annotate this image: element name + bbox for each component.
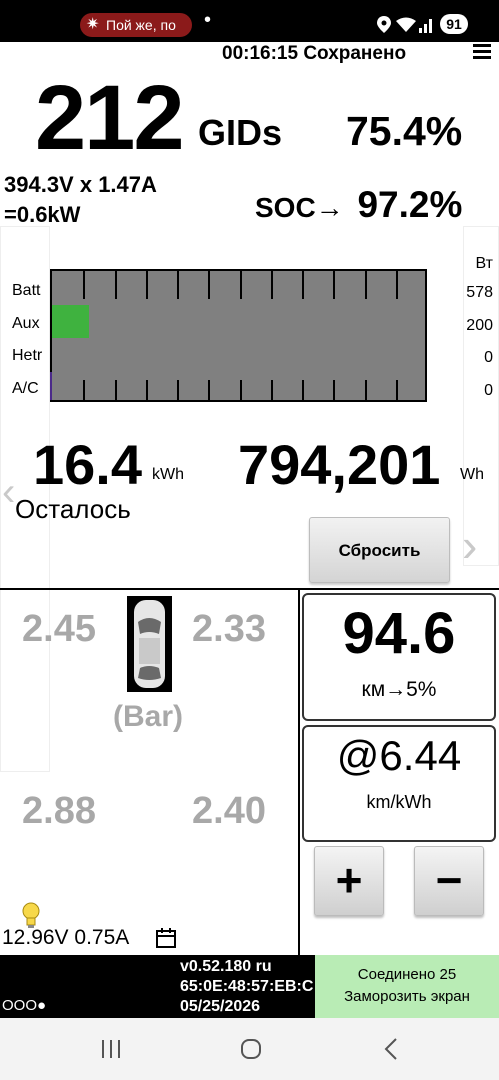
status-dot: •: [204, 9, 212, 31]
power-kw: =0.6kW: [4, 202, 81, 227]
footer-date: 05/25/2026: [180, 998, 261, 1015]
soc-target-value: 97.2%: [357, 184, 463, 225]
efficiency-value: @6.44: [336, 732, 462, 779]
bar-tick: [115, 271, 117, 299]
soc-target: SOC→ 97.2%: [255, 184, 462, 226]
location-icon: [377, 16, 391, 33]
bar-tick: [271, 271, 273, 299]
range-value: 94.6: [342, 601, 456, 666]
connection-panel[interactable]: [315, 955, 499, 1018]
bar-label-ac: A/C: [12, 380, 39, 397]
aux-battery-text: 12.96V 0.75A: [2, 926, 130, 949]
bar-tick: [177, 271, 179, 299]
app-version: v0.52.180 ru: [180, 958, 272, 975]
gids-label: GIDs: [198, 112, 283, 153]
tire-unit: (Bar): [113, 700, 184, 733]
calendar-icon[interactable]: [155, 927, 177, 949]
bar-label-aux: Aux: [12, 315, 40, 332]
menu-icon[interactable]: [473, 44, 491, 60]
car-icon: [127, 596, 172, 692]
watts-hetr: 0: [484, 349, 493, 366]
soc-percent: 75.4%: [346, 108, 463, 154]
plus-button[interactable]: +: [314, 846, 384, 916]
kwh-value: 16.4: [33, 433, 142, 496]
ac-power-bar: [50, 372, 52, 400]
device-mac: 65:0E:48:57:EB:C: [180, 978, 314, 995]
range-label: км→5%: [361, 678, 437, 701]
watts-aux: 200: [466, 317, 493, 334]
next-page-arrow[interactable]: ›: [462, 518, 477, 572]
status-dots: OOO●: [2, 997, 47, 1014]
session-timer: 00:16:15 Сохранено: [222, 43, 407, 64]
bar-tick: [396, 271, 398, 299]
tire-rear-right: 2.40: [192, 790, 266, 832]
bar-tick: [208, 380, 210, 402]
wifi-icon: [396, 17, 416, 32]
bar-label-batt: Batt: [12, 282, 41, 299]
bar-tick: [302, 380, 304, 402]
efficiency-unit: km/kWh: [366, 792, 432, 812]
bar-tick: [365, 380, 367, 402]
bar-tick: [333, 380, 335, 402]
tire-rear-left: 2.88: [22, 790, 96, 832]
tire-front-left: 2.45: [22, 608, 96, 650]
power-bar-chart: [50, 269, 427, 402]
kwh-unit: kWh: [152, 466, 184, 483]
reset-button[interactable]: Сбросить: [309, 517, 450, 583]
bar-tick: [240, 380, 242, 402]
voltage-current: 394.3V x 1.47A: [4, 172, 157, 197]
bar-tick: [83, 380, 85, 402]
battery-badge: 91: [440, 14, 468, 34]
nav-recents-icon[interactable]: [100, 1038, 122, 1060]
watts-unit: Вт: [475, 255, 493, 272]
bar-tick: [146, 380, 148, 402]
bar-tick: [333, 271, 335, 299]
bar-tick: [177, 380, 179, 402]
bar-tick: [302, 271, 304, 299]
section-divider: [0, 588, 499, 590]
bar-tick: [240, 271, 242, 299]
bar-tick: [115, 380, 117, 402]
remaining-label: Осталось: [15, 494, 131, 524]
connection-status: Соединено 25: [357, 966, 457, 983]
bar-label-hetr: Hetr: [12, 347, 43, 364]
wh-unit: Wh: [460, 466, 484, 483]
wh-value: 794,201: [238, 433, 441, 496]
tire-front-right: 2.33: [192, 608, 266, 650]
media-spark-icon: ✷: [86, 16, 100, 33]
soc-target-label: SOC→: [255, 192, 344, 223]
watts-batt: 578: [466, 284, 493, 301]
prev-page-arrow[interactable]: ‹: [2, 470, 15, 515]
column-divider: [298, 590, 300, 955]
gids-value: 212: [35, 67, 184, 169]
nav-back-icon[interactable]: [381, 1036, 401, 1062]
bar-tick: [365, 271, 367, 299]
bar-tick: [271, 380, 273, 402]
bar-tick: [396, 380, 398, 402]
bar-tick: [83, 271, 85, 299]
bar-tick: [146, 271, 148, 299]
nav-home-icon[interactable]: [239, 1037, 263, 1061]
watts-ac: 0: [484, 382, 493, 399]
bar-tick: [208, 271, 210, 299]
minus-button[interactable]: −: [414, 846, 484, 916]
signal-icon: [419, 19, 432, 33]
aux-power-bar: [52, 305, 89, 338]
freeze-screen-label: Заморозить экран: [344, 988, 470, 1005]
status-time: 09:57: [22, 10, 71, 31]
